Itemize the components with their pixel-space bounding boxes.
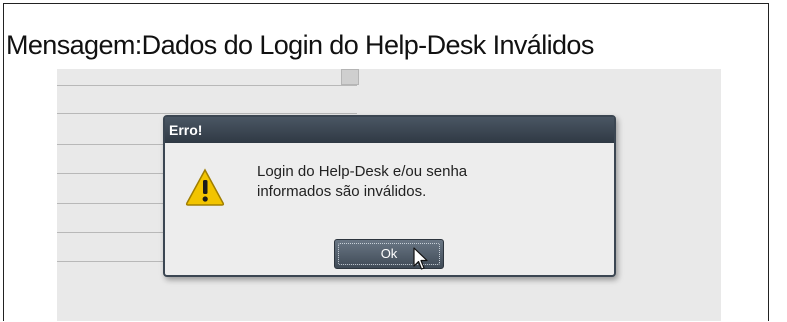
app-screenshot: Erro! Login do Help-Desk e/ou senha info… — [57, 69, 721, 321]
ok-button-label: Ok — [380, 246, 398, 261]
dialog-title: Erro! — [169, 122, 203, 138]
error-dialog: Erro! Login do Help-Desk e/ou senha info… — [163, 115, 616, 277]
caption-title: Mensagem:Dados do Login do Help-Desk Inv… — [6, 30, 594, 60]
dialog-message: Login do Help-Desk e/ou senha informados… — [257, 162, 467, 202]
mouse-pointer-icon — [413, 247, 428, 270]
warning-icon — [185, 168, 225, 206]
background-scrollbar — [341, 69, 359, 85]
message-line: informados são inválidos. — [257, 183, 427, 200]
background-field-line — [57, 85, 357, 86]
message-line: Login do Help-Desk e/ou senha — [257, 163, 468, 180]
dialog-titlebar[interactable]: Erro! — [165, 117, 614, 143]
background-field-line — [57, 113, 357, 114]
